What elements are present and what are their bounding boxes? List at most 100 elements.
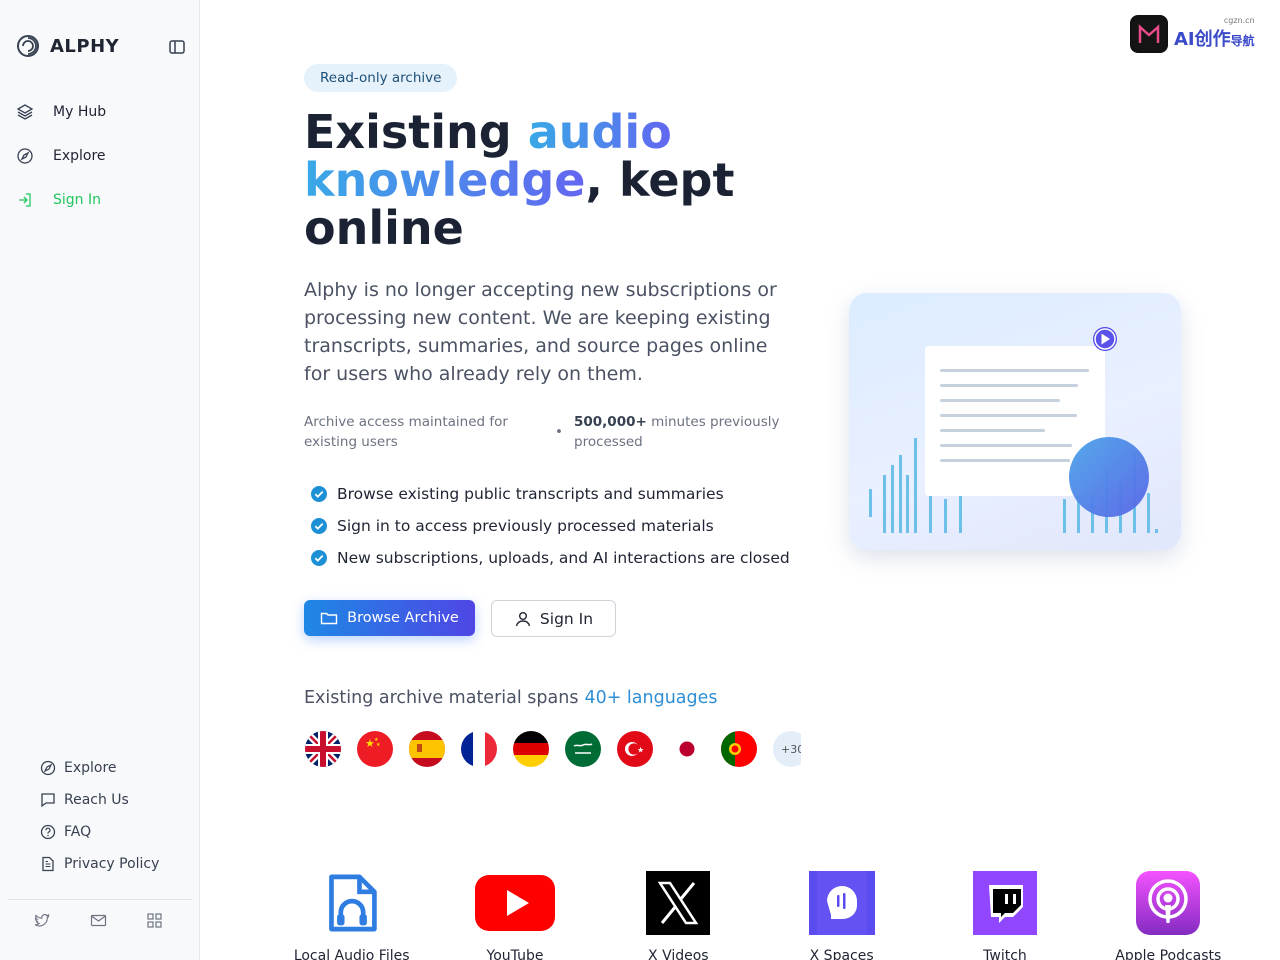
sidebar-item-label: My Hub <box>53 104 107 120</box>
brand[interactable]: ALPHY <box>16 34 119 58</box>
check-circle-icon <box>310 485 328 503</box>
language-flags: ★ ★ ★ ★ +30 <box>305 731 801 769</box>
compass-icon <box>16 147 34 165</box>
source-local-audio-files[interactable]: Local Audio Files <box>270 872 433 960</box>
feature-item: Sign in to access previously processed m… <box>310 510 790 542</box>
source-twitch[interactable]: Twitch <box>923 871 1086 960</box>
read-only-badge: Read-only archive <box>304 64 458 92</box>
x-spaces-icon <box>808 871 875 939</box>
help-circle-icon <box>40 824 56 840</box>
hero-title: Existing audio knowledge, kept online <box>304 108 824 252</box>
alphy-logo-icon <box>16 34 40 58</box>
germany-flag-icon <box>513 731 549 767</box>
france-flag-icon <box>461 731 497 767</box>
footer-link-label: FAQ <box>64 824 92 840</box>
sidebar-item-label: Sign In <box>53 192 101 208</box>
footer-link-label: Reach Us <box>64 792 129 808</box>
china-flag-icon: ★ ★ ★ <box>357 731 393 767</box>
apple-podcasts-icon <box>1136 871 1201 939</box>
footer-link-faq[interactable]: FAQ <box>40 816 159 848</box>
source-label: Apple Podcasts <box>1115 948 1222 960</box>
watermark-logo: cgzn.cn AI创作导航 <box>1130 15 1255 53</box>
mail-icon[interactable] <box>90 912 107 929</box>
watermark-nav: 导航 <box>1230 34 1255 48</box>
folder-icon <box>320 609 338 627</box>
source-label: Local Audio Files <box>293 948 410 960</box>
feature-list: Browse existing public transcripts and s… <box>310 478 790 574</box>
watermark-icon <box>1130 15 1168 53</box>
svg-text:★: ★ <box>376 742 381 748</box>
browse-archive-button[interactable]: Browse Archive <box>304 600 475 636</box>
portugal-flag-icon <box>721 731 757 767</box>
sign-in-icon <box>16 191 34 209</box>
sidebar: ALPHY My Hub Explore Sign In Explore Rea… <box>0 0 200 960</box>
hero-description: Alphy is no longer accepting new subscri… <box>304 279 777 385</box>
feature-item: New subscriptions, uploads, and AI inter… <box>310 542 790 574</box>
sidebar-item-explore[interactable]: Explore <box>16 134 186 178</box>
twitter-icon[interactable] <box>34 912 51 929</box>
svg-text:★: ★ <box>637 746 644 755</box>
x-icon <box>646 871 711 939</box>
footer-link-privacy-policy[interactable]: Privacy Policy <box>40 848 159 880</box>
sidebar-toggle-icon[interactable] <box>168 38 186 56</box>
feature-text: Sign in to access previously processed m… <box>337 517 714 535</box>
footer-link-label: Explore <box>64 760 117 776</box>
supported-sources: Local Audio Files YouTube X Videos X Spa… <box>270 871 1250 960</box>
sign-in-label: Sign In <box>539 609 594 628</box>
feature-text: New subscriptions, uploads, and AI inter… <box>337 549 790 567</box>
languages-highlight: 40+ languages <box>584 688 718 708</box>
check-circle-icon <box>310 549 328 567</box>
footer-link-explore[interactable]: Explore <box>40 752 159 784</box>
hero-title-part: Existing <box>304 105 528 159</box>
hero-title-highlight: audio <box>527 105 672 159</box>
sidebar-divider <box>8 899 192 900</box>
sidebar-item-label: Explore <box>53 148 106 164</box>
source-apple-podcasts[interactable]: Apple Podcasts <box>1087 871 1250 960</box>
source-x-videos[interactable]: X Videos <box>597 871 760 960</box>
social-links <box>34 912 163 929</box>
sidebar-item-sign-in[interactable]: Sign In <box>16 178 186 222</box>
audio-document-illustration <box>849 293 1181 550</box>
user-icon <box>514 610 532 628</box>
spain-flag-icon <box>409 731 445 767</box>
twitch-icon <box>972 871 1037 939</box>
languages-line: Existing archive material spans 40+ langu… <box>304 688 718 708</box>
source-youtube[interactable]: YouTube <box>433 872 596 960</box>
youtube-icon <box>474 874 555 936</box>
footer-link-label: Privacy Policy <box>64 856 160 872</box>
audio-file-icon <box>324 873 380 937</box>
browse-archive-label: Browse Archive <box>347 610 459 626</box>
stat-archive-access: Archive access maintained for existing u… <box>304 414 508 450</box>
feature-text: Browse existing public transcripts and s… <box>337 485 724 503</box>
watermark-text: AI创作 <box>1174 29 1231 50</box>
sign-in-button[interactable]: Sign In <box>491 600 616 637</box>
stat-minutes-processed: 500,000+ minutes previously processed <box>574 412 794 452</box>
source-label: Twitch <box>983 948 1027 960</box>
layers-icon <box>16 103 34 121</box>
turkey-flag-icon: ★ <box>617 731 653 767</box>
document-icon <box>40 856 56 872</box>
compass-icon <box>40 760 56 776</box>
source-x-spaces[interactable]: X Spaces <box>760 871 923 960</box>
feature-item: Browse existing public transcripts and s… <box>310 478 790 510</box>
brand-name: ALPHY <box>50 35 120 57</box>
japan-flag-icon <box>669 731 705 767</box>
watermark-sub: cgzn.cn <box>1223 16 1255 25</box>
languages-text: Existing archive material spans <box>304 688 579 708</box>
grid-icon[interactable] <box>146 912 163 929</box>
more-languages-badge: +30 <box>773 731 801 767</box>
uk-flag-icon <box>305 731 341 767</box>
sidebar-item-my-hub[interactable]: My Hub <box>16 90 186 134</box>
footer-link-reach-us[interactable]: Reach Us <box>40 784 159 816</box>
watermark-text-block: cgzn.cn AI创作导航 <box>1174 17 1255 51</box>
stat-minutes-value: 500,000+ <box>574 414 647 430</box>
stat-separator: • <box>555 424 563 440</box>
source-label: X Videos <box>648 948 709 960</box>
archive-stats: Archive access maintained for existing u… <box>304 412 804 452</box>
check-circle-icon <box>310 517 328 535</box>
sidebar-nav: My Hub Explore Sign In <box>16 90 186 222</box>
hero-title-highlight: knowledge <box>304 153 586 207</box>
saudi-arabia-flag-icon <box>565 731 601 767</box>
sidebar-footer-links: Explore Reach Us FAQ Privacy Policy <box>40 752 159 880</box>
source-label: YouTube <box>486 948 544 960</box>
